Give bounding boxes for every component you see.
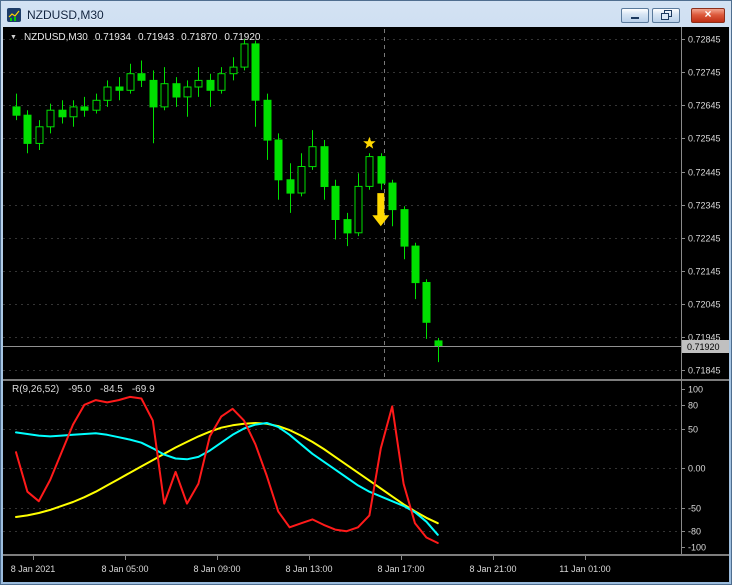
chart-window-icon[interactable] xyxy=(6,7,22,23)
time-axis-label: 11 Jan 01:00 xyxy=(559,564,610,574)
candle-body xyxy=(309,147,316,167)
indicator-axis-label: 100 xyxy=(688,385,703,395)
indicator-line-mid-cyan xyxy=(16,423,438,535)
price-axis-label: 0.72145 xyxy=(688,267,721,277)
time-axis-divider[interactable] xyxy=(3,554,729,556)
candle-body xyxy=(36,127,43,144)
candle-body xyxy=(423,283,430,323)
price-axis-label: 0.72745 xyxy=(688,68,721,78)
candle-body xyxy=(264,100,271,140)
candle-body xyxy=(218,74,225,91)
minimize-button[interactable] xyxy=(621,8,649,23)
candle-body xyxy=(161,84,168,107)
chart-icon xyxy=(7,8,21,22)
price-axis-label: 0.72245 xyxy=(688,234,721,244)
candle-body xyxy=(150,80,157,107)
candle-body xyxy=(389,183,396,210)
candle-body xyxy=(366,157,373,187)
candle-body xyxy=(241,44,248,67)
signal-arrow-marker xyxy=(372,193,389,226)
restore-button[interactable] xyxy=(652,8,680,23)
time-axis-label: 8 Jan 09:00 xyxy=(193,564,240,574)
candle-body xyxy=(173,84,180,97)
indicator-axis-label: -100 xyxy=(688,543,706,553)
time-axis-label: 8 Jan 17:00 xyxy=(377,564,424,574)
chart-canvas[interactable]: 0.72845 0.72745 0.72645 0.72545 0.72445 0.723… xyxy=(3,27,729,582)
indicator-value-2: -84.5 xyxy=(100,384,123,395)
price-axis-label: 0.72045 xyxy=(688,300,721,310)
price-axis-label: 0.72345 xyxy=(688,201,721,211)
price-axis-label: 0.72545 xyxy=(688,134,721,144)
candle-body xyxy=(116,87,123,90)
candle-body xyxy=(230,67,237,74)
candle-body xyxy=(138,74,145,81)
chart-window: NZDUSD,M30 × 0.72845 0.72745 0.72645 0.7254… xyxy=(0,0,732,585)
ohlc-open: 0.71934 xyxy=(95,32,131,43)
candle-body xyxy=(59,110,66,117)
indicator-line-fast-red xyxy=(16,397,438,543)
candle-body xyxy=(195,80,202,87)
time-axis-label: 8 Jan 13:00 xyxy=(285,564,332,574)
chart-client-area: 0.72845 0.72745 0.72645 0.72545 0.72445 0.723… xyxy=(3,27,729,582)
candle-body xyxy=(24,115,31,143)
minimize-icon xyxy=(630,10,640,20)
current-price-tag-text: 0.71920 xyxy=(687,342,720,352)
time-axis-label: 8 Jan 21:00 xyxy=(469,564,516,574)
restore-icon xyxy=(661,10,672,20)
ohlc-low: 0.71870 xyxy=(181,32,217,43)
price-axis-label: 0.71845 xyxy=(688,366,721,376)
candle-body xyxy=(275,140,282,180)
time-axis-label: 8 Jan 05:00 xyxy=(101,564,148,574)
candle-body xyxy=(401,210,408,247)
ohlc-close: 0.71920 xyxy=(224,32,260,43)
indicator-axis-label: 80 xyxy=(688,401,698,411)
titlebar[interactable]: NZDUSD,M30 × xyxy=(3,3,729,27)
indicator-axis-label: -80 xyxy=(688,527,701,537)
candle-body xyxy=(298,167,305,194)
close-button[interactable]: × xyxy=(691,8,725,23)
indicator-value-1: -95.0 xyxy=(68,384,91,395)
candle-body xyxy=(104,87,111,100)
candle-body xyxy=(70,107,77,117)
indicator-name: R(9,26,52) xyxy=(12,384,59,395)
candle-body xyxy=(81,107,88,110)
price-axis-label: 0.72845 xyxy=(688,35,721,45)
candle-body xyxy=(412,246,419,283)
signal-star-marker xyxy=(363,137,375,149)
candle-body xyxy=(332,186,339,219)
indicator-value-3: -69.9 xyxy=(132,384,155,395)
candle-body xyxy=(287,180,294,193)
time-axis-label: 8 Jan 2021 xyxy=(11,564,56,574)
candle-body xyxy=(435,341,442,346)
indicator-axis-label: 50 xyxy=(688,425,698,435)
close-icon: × xyxy=(704,8,711,20)
indicator-axis-label: -50 xyxy=(688,504,701,514)
chart-symbol-label: NZDUSD,M30 xyxy=(24,32,88,43)
candle-body xyxy=(355,186,362,232)
panel-divider[interactable] xyxy=(3,379,729,381)
candle-body xyxy=(13,107,20,115)
window-controls: × xyxy=(621,8,726,23)
symbol-dropdown-icon: ▼ xyxy=(10,34,17,41)
price-axis-label: 0.72445 xyxy=(688,168,721,178)
candle-body xyxy=(184,87,191,97)
candle-body xyxy=(344,220,351,233)
window-title: NZDUSD,M30 xyxy=(27,8,104,22)
indicator-axis-label: 0.00 xyxy=(688,464,706,474)
candle-body xyxy=(252,44,259,100)
chart-info: ▼ NZDUSD,M30 0.71934 0.71943 0.71870 0.7… xyxy=(10,32,260,43)
candle-body xyxy=(378,157,385,184)
candle-body xyxy=(321,147,328,187)
candle-body xyxy=(207,80,214,90)
price-axis-label: 0.72645 xyxy=(688,101,721,111)
indicator-label: R(9,26,52) -95.0 -84.5 -69.9 xyxy=(12,384,155,395)
candle-body xyxy=(47,110,54,127)
candle-body xyxy=(93,100,100,110)
ohlc-high: 0.71943 xyxy=(138,32,174,43)
candle-body xyxy=(127,74,134,91)
